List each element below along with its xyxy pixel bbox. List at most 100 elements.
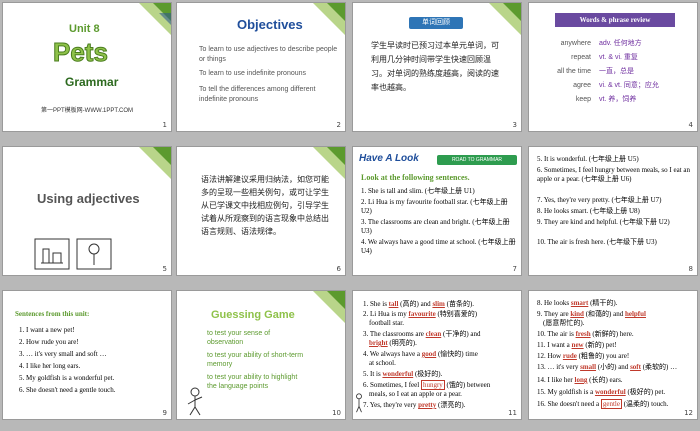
slide-thumbnail-1[interactable]: Unit 8 Pets Grammar 第一PPT模板网-WWW.1PPT.CO… — [2, 2, 172, 132]
game-item: to test your ability of short-term memor… — [207, 352, 304, 368]
slide-number: 2 — [336, 121, 341, 129]
corner-decoration-icon — [313, 291, 345, 323]
slide-thumbnail-4[interactable]: Words & phrase review anywhere adv. 任何地方 … — [528, 2, 698, 132]
road-sign: ROAD TO GRAMMAR — [437, 155, 517, 165]
answer-blank: rude — [562, 352, 577, 360]
vocab-meaning: vt. & vi. 重复 — [599, 54, 638, 61]
slide-body-text: 语法讲解建议采用归纳法，如您可能多的呈现一些相关例句，或可让学生从已学课文中找相… — [201, 175, 329, 236]
corner-decoration-icon — [139, 3, 171, 35]
sentence-item: 3. The classrooms are clean and bright. … — [361, 218, 510, 235]
slide-number: 4 — [688, 121, 693, 129]
slide-number: 8 — [688, 265, 693, 273]
slide-number: 3 — [512, 121, 517, 129]
sentence-item: 1. She is tall and slim. (七年级上册 U1) — [361, 187, 475, 195]
answer-blank: long — [574, 376, 588, 384]
sketch-illustration-icon — [34, 238, 112, 270]
sentence-item: 6. She doesn't need a gentle touch. — [19, 386, 116, 394]
sentence-item: 4. We always have a good time at school.… — [361, 238, 516, 255]
answer-blank: bright — [369, 339, 388, 347]
fill-sentence-cont: meals, so I eat an apple or a pear. — [369, 390, 462, 398]
fill-sentence: 1. She is tall (高的) and slim (苗条的). — [363, 300, 475, 308]
objective-item: To learn to use adjectives to describe p… — [199, 46, 338, 63]
slide-number: 9 — [162, 409, 167, 417]
slide-thumbnail-12[interactable]: 8. He looks smart (精干的). 9. They are kin… — [528, 290, 698, 420]
slide-number: 5 — [162, 265, 167, 273]
fill-sentence: 16. She doesn't need a gentle (温柔的) touc… — [537, 399, 669, 409]
answer-blank: small — [580, 363, 597, 371]
sentence-item: 7. Yes, they're very pretty. (七年级上册 U7) — [537, 196, 662, 204]
slide-lead: Look at the following sentences. — [361, 173, 470, 182]
slide-title: Objectives — [237, 17, 303, 32]
answer-blank: wonderful — [594, 388, 626, 396]
slide-subtitle: Grammar — [65, 75, 119, 89]
fill-sentence: 8. He looks smart (精干的). — [537, 299, 618, 307]
fill-sentence: 15. My goldfish is a wonderful (极好的) pet… — [537, 388, 666, 396]
sentence-item: 4. I like her long ears. — [19, 362, 81, 370]
answer-blank: pretty — [418, 401, 437, 409]
slide-number: 12 — [684, 409, 693, 417]
vocab-meaning: adv. 任何地方 — [599, 40, 642, 47]
fill-sentence-cont: football star. — [369, 319, 404, 327]
vocab-word: all the time — [557, 68, 591, 75]
fill-sentence: 10. The air is fresh (新鲜的) here. — [537, 330, 634, 338]
fill-sentence: 7. Yes, they're very pretty (漂亮的). — [363, 401, 466, 409]
vocab-word: agree — [573, 82, 591, 89]
sentence-item: 5. It is wonderful. (七年级上册 U5) — [537, 155, 639, 163]
slide-footer: 第一PPT模板网-WWW.1PPT.COM — [41, 108, 133, 114]
answer-blank: helpful — [624, 310, 646, 318]
sentence-item: 1. I want a new pet! — [19, 326, 75, 334]
answer-blank: slim — [432, 300, 445, 308]
vocab-word: repeat — [571, 54, 591, 61]
game-item: to test your sense of observation — [207, 330, 271, 346]
slide-thumbnail-3[interactable]: 单词回顾 学生早读时已预习过本单元单词，可利用几分钟时间带学生快速回顾温习。对单… — [352, 2, 522, 132]
unit-label: Unit 8 — [69, 23, 100, 35]
fill-sentence: 12. How rude (粗鲁的) you are! — [537, 352, 630, 360]
answer-blank: wonderful — [382, 370, 414, 378]
slide-title: Pets — [53, 37, 109, 68]
fill-sentence-cont: at school. — [369, 359, 396, 367]
sentence-item: 10. The air is fresh here. (七年级下册 U3) — [537, 238, 657, 246]
vocab-meaning: vi. & vt. 同意；应允 — [599, 82, 659, 89]
answer-blank: kind — [570, 310, 584, 318]
stick-figure-icon — [187, 387, 203, 416]
slide-body-text: 学生早读时已预习过本单元单词，可利用几分钟时间带学生快速回顾温习。对单词的熟练度… — [371, 41, 499, 92]
sentence-item: 8. He looks smart. (七年级上册 U8) — [537, 207, 640, 215]
fill-sentence: 14. I like her long (长的) ears. — [537, 376, 623, 384]
answer-blank: smart — [570, 299, 589, 307]
stick-figure-icon — [356, 393, 362, 413]
slide-title: Have A Look — [359, 153, 419, 164]
vocab-list: anywhere adv. 任何地方 repeat vt. & vi. 重复 all… — [529, 39, 697, 109]
section-banner: Words & phrase review — [555, 13, 675, 27]
objective-item: To learn to use indefinite pronouns — [199, 70, 307, 77]
fill-sentence: 5. It is wonderful (极好的). — [363, 370, 443, 378]
slide-thumbnail-5[interactable]: Using adjectives 5 — [2, 146, 172, 276]
slide-thumbnail-7[interactable]: Have A Look ROAD TO GRAMMAR Look at the … — [352, 146, 522, 276]
slide-number: 6 — [336, 265, 341, 273]
slide-thumbnail-6[interactable]: 语法讲解建议采用归纳法，如您可能多的呈现一些相关例句，或可让学生从已学课文中找相… — [176, 146, 346, 276]
answer-blank: good — [421, 350, 437, 358]
answer-blank: tall — [388, 300, 399, 308]
answer-blank: gentle — [600, 399, 622, 409]
slide-thumbnail-2[interactable]: Objectives To learn to use adjectives to… — [176, 2, 346, 132]
sentence-item: 9. They are kind and helpful. (七年级下册 U2) — [537, 218, 670, 226]
answer-blank: clean — [425, 330, 442, 338]
slide-thumbnail-10[interactable]: Guessing Game to test your sense of obse… — [176, 290, 346, 420]
section-banner: 单词回顾 — [409, 17, 463, 29]
slide-thumbnail-11[interactable]: 1. She is tall (高的) and slim (苗条的). 2. L… — [352, 290, 522, 420]
slide-thumbnail-8[interactable]: 5. It is wonderful. (七年级上册 U5) 6. Someti… — [528, 146, 698, 276]
objective-item: To tell the differences among different … — [199, 86, 316, 103]
sentence-item: 5. My goldfish is a wonderful pet. — [19, 374, 115, 382]
slide-title: Guessing Game — [211, 309, 295, 321]
fill-sentence-cont: (愿意帮忙的). — [543, 319, 585, 327]
corner-decoration-icon — [139, 147, 171, 179]
slide-number: 7 — [512, 265, 517, 273]
vocab-word: anywhere — [560, 40, 591, 47]
fill-sentence: 11. I want a new (新的) pet! — [537, 341, 617, 349]
game-item: to test your ability to highlight the la… — [207, 374, 298, 390]
fill-sentence: 13. … it's very small (小的) and soft (柔软的… — [537, 363, 678, 371]
slide-number: 11 — [508, 409, 517, 417]
slide-thumbnail-9[interactable]: Sentences from this unit: 1. I want a ne… — [2, 290, 172, 420]
vocab-word: keep — [575, 96, 591, 103]
answer-blank: fresh — [575, 330, 591, 338]
sentence-item: 6. Sometimes, I feel hungry between meal… — [537, 166, 690, 183]
